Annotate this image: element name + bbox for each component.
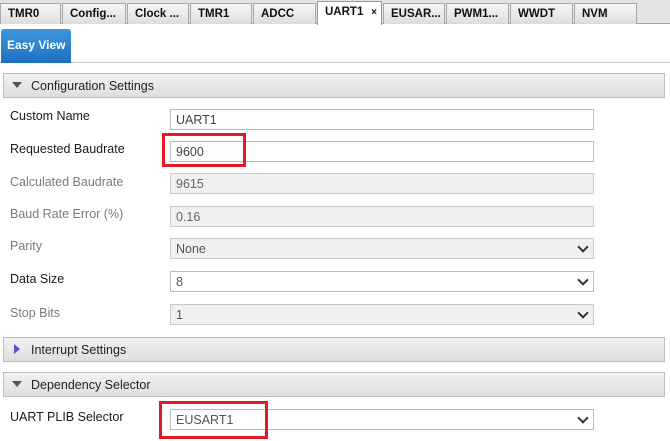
stop-bits-value: 1 xyxy=(176,308,183,322)
tab-eusart[interactable]: EUSAR... xyxy=(383,3,445,24)
tab-label: ADCC xyxy=(261,8,295,20)
section-title: Configuration Settings xyxy=(31,79,154,93)
parity-label: Parity xyxy=(10,239,42,253)
chevron-down-icon xyxy=(577,241,589,253)
collapse-arrow-icon[interactable] xyxy=(12,82,22,88)
uart-plib-selector-label: UART PLIB Selector xyxy=(10,410,124,424)
chevron-down-icon xyxy=(577,307,589,319)
tab-nvm[interactable]: NVM xyxy=(574,3,637,24)
tab-clock[interactable]: Clock ... xyxy=(127,3,189,24)
tab-label: Clock ... xyxy=(135,8,180,20)
custom-name-input[interactable]: UART1 xyxy=(170,109,594,130)
easy-view-tab[interactable]: Easy View xyxy=(1,29,71,63)
data-size-value: 8 xyxy=(176,275,183,289)
tab-label: NVM xyxy=(582,8,608,20)
parity-value: None xyxy=(176,242,206,256)
expand-arrow-icon[interactable] xyxy=(14,344,20,354)
tab-label: Config... xyxy=(70,8,116,20)
baud-rate-error-field: 0.16 xyxy=(170,206,594,227)
custom-name-label: Custom Name xyxy=(10,109,90,123)
tab-label: WWDT xyxy=(518,8,556,20)
requested-baudrate-label: Requested Baudrate xyxy=(10,142,125,156)
stop-bits-select[interactable]: 1 xyxy=(170,304,594,325)
section-title: Dependency Selector xyxy=(31,378,151,392)
collapse-arrow-icon[interactable] xyxy=(12,381,22,387)
highlight-box-baudrate xyxy=(162,133,246,167)
highlight-box-plib-selector xyxy=(159,401,268,439)
tab-label: TMR1 xyxy=(198,8,230,20)
tab-adcc[interactable]: ADCC xyxy=(253,3,316,24)
editor-tab-bar: TMR0 Config... Clock ... TMR1 ADCC UART1… xyxy=(0,0,670,25)
baud-rate-error-label: Baud Rate Error (%) xyxy=(10,207,124,221)
section-configuration-settings[interactable]: Configuration Settings xyxy=(3,73,665,98)
parity-select[interactable]: None xyxy=(170,238,594,259)
section-interrupt-settings[interactable]: Interrupt Settings xyxy=(3,337,665,362)
data-size-label: Data Size xyxy=(10,272,65,286)
tab-tmr0[interactable]: TMR0 xyxy=(0,3,61,24)
tab-uart1[interactable]: UART1 × xyxy=(317,1,382,25)
tab-label: TMR0 xyxy=(8,8,40,20)
tab-pwm1[interactable]: PWM1... xyxy=(446,3,509,24)
chevron-down-icon xyxy=(577,412,589,424)
stop-bits-label: Stop Bits xyxy=(10,306,61,320)
tab-label: PWM1... xyxy=(454,8,499,20)
tab-config[interactable]: Config... xyxy=(62,3,126,24)
close-icon[interactable]: × xyxy=(371,7,377,18)
tab-tmr1[interactable]: TMR1 xyxy=(190,3,252,24)
data-size-select[interactable]: 8 xyxy=(170,271,594,292)
section-dependency-selector[interactable]: Dependency Selector xyxy=(3,372,665,397)
tab-label: EUSAR... xyxy=(391,8,441,20)
tab-label: UART1 xyxy=(325,6,364,18)
chevron-down-icon xyxy=(577,274,589,286)
calculated-baudrate-field: 9615 xyxy=(170,173,594,194)
calculated-baudrate-label: Calculated Baudrate xyxy=(10,175,124,189)
view-mode-strip: Easy View xyxy=(0,25,670,63)
section-title: Interrupt Settings xyxy=(31,343,127,357)
tab-wwdt[interactable]: WWDT xyxy=(510,3,573,24)
